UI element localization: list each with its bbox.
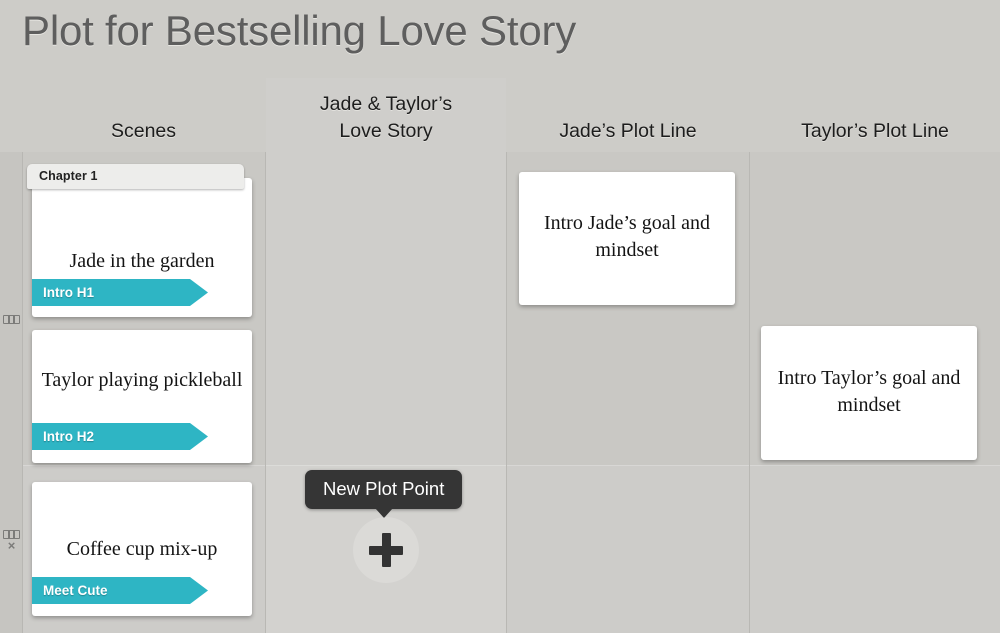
chapter-tab-1[interactable]: Chapter 1 — [27, 164, 244, 189]
column-header-love-story[interactable]: Jade & Taylor’s Love Story — [266, 91, 506, 146]
scene-card-1[interactable]: Jade in the garden Intro H1 — [32, 178, 252, 317]
scene-card-2[interactable]: Taylor playing pickleball Intro H2 — [32, 330, 252, 463]
scene-card-text-2: Taylor playing pickleball — [41, 369, 243, 391]
column-divider-1 — [265, 152, 266, 633]
plot-card-taylor-row2-text: Intro Taylor’s goal and mindset — [777, 367, 961, 416]
remove-row-icon[interactable]: × — [3, 539, 20, 552]
scene-card-ribbon-1[interactable]: Intro H1 — [32, 279, 208, 306]
column-header-scenes[interactable]: Scenes — [22, 118, 265, 146]
plot-card-jade-row1-text: Intro Jade’s goal and mindset — [543, 212, 711, 261]
scene-card-ribbon-3[interactable]: Meet Cute — [32, 577, 208, 604]
grip-handle-icon[interactable] — [3, 315, 20, 324]
row-divider — [23, 465, 1000, 466]
scene-card-text-3: Coffee cup mix-up — [66, 538, 218, 560]
scene-card-3[interactable]: Coffee cup mix-up Meet Cute — [32, 482, 252, 616]
column-header-love-story-line2: Love Story — [339, 120, 433, 143]
board-grid: × Chapter 1 Jade in the garden Intro H1 … — [0, 152, 1000, 633]
row-handle-gutter: × — [0, 152, 23, 633]
column-header-taylor-plot-line[interactable]: Taylor’s Plot Line — [750, 118, 1000, 146]
row-handle-1[interactable] — [3, 315, 20, 324]
plot-card-taylor-row2[interactable]: Intro Taylor’s goal and mindset — [761, 326, 977, 460]
scene-card-ribbon-2[interactable]: Intro H2 — [32, 423, 208, 450]
column-header-jade-plot-line[interactable]: Jade’s Plot Line — [507, 118, 749, 146]
new-plot-point-tooltip: New Plot Point — [305, 470, 463, 518]
title-bar: Plot for Bestselling Love Story — [0, 0, 1000, 78]
row-handle-2[interactable]: × — [3, 530, 20, 552]
column-header-love-story-line1: Jade & Taylor’s — [319, 92, 453, 115]
scene-card-text-1: Jade in the garden — [69, 250, 215, 272]
plot-board-app: Plot for Bestselling Love Story Scenes J… — [0, 0, 1000, 633]
grip-handle-icon[interactable] — [3, 530, 20, 539]
plot-card-jade-row1[interactable]: Intro Jade’s goal and mindset — [519, 172, 735, 305]
new-plot-point-button[interactable] — [353, 517, 419, 583]
page-title: Plot for Bestselling Love Story — [22, 7, 577, 54]
column-header-row: Scenes Jade & Taylor’s Love Story Jade’s… — [0, 78, 1000, 153]
column-divider-2 — [506, 152, 507, 633]
column-divider-3 — [749, 152, 750, 633]
